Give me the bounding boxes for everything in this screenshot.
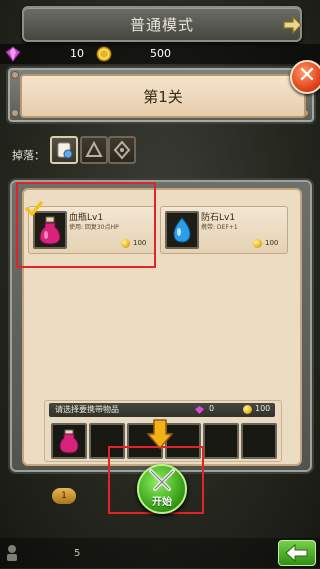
item-highlight-outline: [16, 182, 156, 268]
gold-coin-icon: [253, 239, 262, 248]
tray-gem-cost: 0: [209, 404, 215, 413]
left-arrow-icon: [285, 543, 308, 563]
tray-header: 请选择要携带物品 0 100: [49, 403, 275, 417]
item-description: 携带: DEF+1: [201, 224, 238, 231]
right-arrow-icon[interactable]: [282, 16, 302, 34]
return-button[interactable]: [278, 540, 316, 566]
gold-coin-icon: [96, 46, 112, 62]
tray-slot-5[interactable]: [203, 423, 239, 459]
drop-slot-scroll[interactable]: [50, 136, 78, 164]
level-panel: 第1关: [6, 66, 316, 124]
tray-gold-cost: 100: [255, 404, 271, 413]
bottom-bar: [0, 538, 320, 568]
crossed-swords-icon: [149, 469, 175, 491]
tray-slot-1[interactable]: [51, 423, 87, 459]
start-button[interactable]: 开始: [137, 464, 187, 514]
down-arrow-icon: [147, 419, 173, 450]
gem-icon: [195, 406, 204, 414]
scroll-icon: [57, 142, 73, 159]
start-label: 开始: [152, 497, 172, 508]
rivet: [11, 71, 19, 79]
level-title-plate: 第1关: [20, 74, 306, 118]
drop-slot-triangle[interactable]: [80, 136, 108, 164]
item-icon-frame: [165, 211, 199, 249]
level-title: 第1关: [143, 88, 183, 106]
gold-coin-icon: [243, 405, 252, 414]
item-card-defense-stone[interactable]: 防石Lv1 携带: DEF+1 100: [160, 206, 288, 254]
rivet: [11, 109, 19, 117]
drop-slot-diamond[interactable]: [108, 136, 136, 164]
page-indicator: 1: [52, 488, 76, 504]
tray-prompt: 请选择要携带物品: [55, 405, 119, 414]
currency-bar: 10 500: [0, 44, 320, 64]
item-price: 100: [265, 239, 279, 247]
drops-label: 掉落：: [12, 149, 45, 162]
character-icon: [7, 545, 17, 561]
tray-slot-6[interactable]: [241, 423, 277, 459]
close-icon: ✕: [297, 63, 317, 88]
gem-count: 10: [70, 47, 84, 60]
diamond-rune-icon: [113, 140, 131, 160]
mode-title: 普通模式: [129, 16, 194, 34]
gem-icon: [5, 46, 21, 62]
gold-count: 500: [150, 47, 171, 60]
triangle-rune-icon: [85, 140, 103, 157]
close-button[interactable]: ✕: [290, 60, 320, 94]
red-potion-icon: [59, 429, 79, 454]
mode-banner: 普通模式: [22, 6, 302, 42]
bottom-count: 5: [74, 548, 81, 559]
blue-gem-icon: [173, 217, 191, 243]
